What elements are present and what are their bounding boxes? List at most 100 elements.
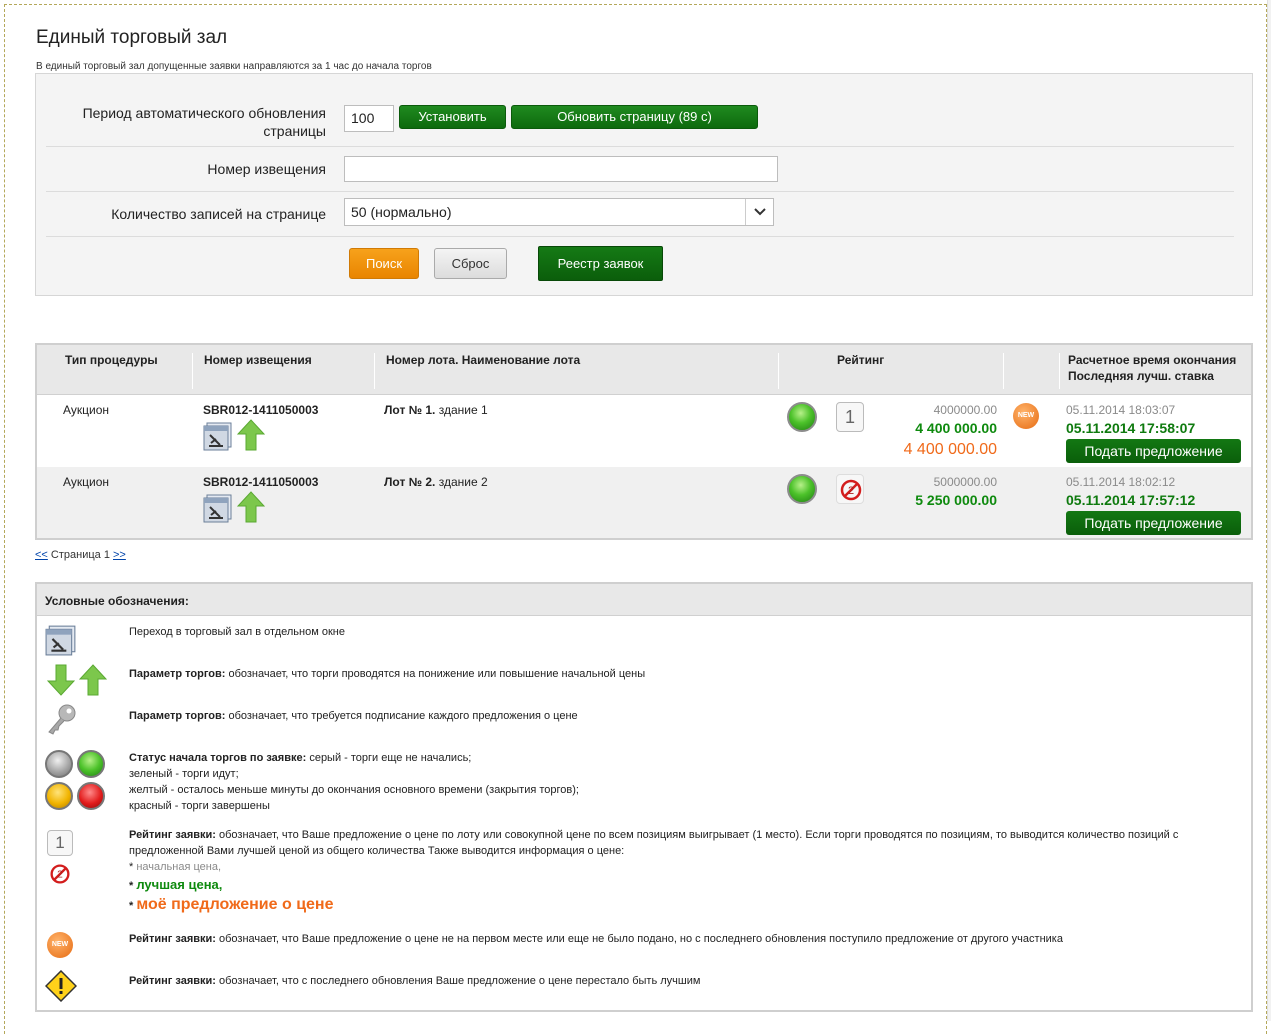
next-page-link[interactable]: >>: [113, 549, 126, 561]
legend-bold: Статус начала торгов по заявке:: [129, 752, 307, 764]
arrow-down-icon: [46, 664, 76, 701]
open-hall-icon[interactable]: [203, 493, 233, 528]
arrow-up-icon: [236, 419, 266, 456]
arrow-up-icon: [78, 664, 108, 701]
legend-bold: Рейтинг заявки:: [129, 975, 216, 987]
legend-header: Условные обозначения:: [37, 584, 1251, 616]
no-rank-icon: 2: [836, 474, 864, 504]
legend-item-hall: Переход в торговый зал в отдельном окне: [129, 626, 345, 638]
end-time: 05.11.2014 18:02:12: [1066, 475, 1176, 489]
row-type: Аукцион: [63, 403, 109, 417]
col-notice: Номер извещения: [204, 353, 312, 367]
legend-text: лучшая цена,: [136, 877, 223, 892]
svg-text:2: 2: [57, 870, 63, 881]
legend-text: серый - торги еще не начались;: [306, 752, 472, 764]
my-price: 4 400 000.00: [903, 441, 997, 458]
end-time: 05.11.2014 18:03:07: [1066, 403, 1176, 417]
start-price: 4000000.00: [933, 403, 997, 417]
status-green-icon: [787, 402, 817, 432]
legend-item-new: Рейтинг заявки: обозначает, что Ваше пре…: [129, 931, 1063, 947]
registry-button[interactable]: Реестр заявок: [538, 246, 663, 281]
arrow-up-icon: [236, 491, 266, 528]
svg-text:2: 2: [848, 485, 854, 497]
refresh-page-button[interactable]: Обновить страницу (89 с): [511, 105, 758, 129]
legend-start-price: * начальная цена,: [129, 861, 222, 873]
warning-icon: [44, 969, 78, 1007]
prev-page-link[interactable]: <<: [35, 549, 48, 561]
status-gray-icon: [45, 750, 73, 778]
reset-button[interactable]: Сброс: [434, 248, 507, 279]
scrollbar[interactable]: [1267, 0, 1271, 1021]
legend-bold: Рейтинг заявки:: [129, 933, 216, 945]
open-hall-icon[interactable]: [203, 421, 233, 456]
submit-offer-button[interactable]: Подать предложение: [1066, 511, 1241, 535]
divider: [46, 191, 1234, 192]
column-separator: [1059, 353, 1060, 389]
submit-offer-button[interactable]: Подать предложение: [1066, 439, 1241, 463]
chevron-down-icon[interactable]: [745, 199, 773, 225]
records-per-page-select[interactable]: 50 (нормально): [344, 198, 774, 226]
notice-label: Номер извещения: [207, 161, 326, 177]
row-lot: Лот № 1. здание 1: [384, 403, 488, 417]
legend-bold: Рейтинг заявки:: [129, 829, 216, 841]
no-rank-icon: 2: [47, 860, 73, 893]
legend-text: зеленый - торги идут;: [129, 768, 239, 780]
set-button[interactable]: Установить: [399, 105, 506, 129]
row-notice[interactable]: SBR012-1411050003: [203, 403, 318, 417]
legend-text: желтый - осталось меньше минуты до оконч…: [129, 784, 579, 796]
row-lot: Лот № 2. здание 2: [384, 475, 488, 489]
table-header: Тип процедуры Номер извещения Номер лота…: [37, 345, 1251, 395]
legend-text: обозначает, что Ваше предложение о цене …: [215, 933, 1063, 945]
records-label: Количество записей на странице: [111, 206, 326, 222]
refresh-period-input[interactable]: 100: [344, 105, 394, 132]
legend-text: обозначает, что с последнего обновления …: [215, 975, 701, 987]
refresh-period-label: Период автоматического обновления страни…: [83, 104, 326, 140]
legend-text: обозначает, что торги проводятся на пони…: [225, 668, 646, 680]
column-separator: [778, 353, 779, 389]
key-icon: [45, 702, 79, 741]
col-rating: Рейтинг: [837, 353, 885, 367]
lots-table: Тип процедуры Номер извещения Номер лота…: [35, 343, 1253, 540]
column-separator: [1003, 353, 1004, 389]
best-price: 4 400 000.00: [915, 420, 997, 436]
filter-panel: Период автоматического обновления страни…: [35, 73, 1253, 296]
best-price: 5 250 000.00: [915, 492, 997, 508]
last-bid-time: 05.11.2014 17:58:07: [1066, 420, 1196, 436]
col-lot: Номер лота. Наименование лота: [386, 353, 581, 367]
status-green-icon: [787, 474, 817, 504]
status-red-icon: [77, 782, 105, 810]
lot-number: Лот № 1.: [384, 403, 436, 417]
notice-number-input[interactable]: [344, 156, 778, 182]
page-subtitle: В единый торговый зал допущенные заявки …: [36, 61, 432, 72]
col-end-time: Расчетное время окончания Последняя лучш…: [1068, 352, 1236, 384]
legend-text: начальная цена,: [136, 861, 222, 873]
legend-text: обозначает, что требуется подписание каж…: [225, 710, 578, 722]
table-row: Аукцион SBR012-1411050003 Лот № 1. здани…: [37, 396, 1251, 466]
new-badge-icon: NEW: [1013, 403, 1039, 429]
legend-text: обозначает, что Ваше предложение о цене …: [129, 829, 1179, 857]
rank-badge: 1: [47, 830, 73, 856]
row-type: Аукцион: [63, 475, 109, 489]
search-button[interactable]: Поиск: [349, 248, 419, 279]
legend-item-status: Статус начала торгов по заявке: серый - …: [129, 750, 579, 814]
column-separator: [374, 353, 375, 389]
lot-name: здание 2: [435, 475, 488, 489]
legend-text: красный - торги завершены: [129, 800, 270, 812]
col-type: Тип процедуры: [65, 353, 158, 367]
lot-name: здание 1: [435, 403, 488, 417]
divider: [46, 146, 1234, 147]
table-row: Аукцион SBR012-1411050003 Лот № 2. здани…: [37, 467, 1251, 538]
refresh-label-line2: страницы: [263, 123, 326, 139]
start-price: 5000000.00: [933, 475, 997, 489]
legend-best-price: * лучшая цена,: [129, 877, 223, 892]
column-separator: [192, 353, 193, 389]
status-yellow-icon: [45, 782, 73, 810]
refresh-label-line1: Период автоматического обновления: [82, 105, 326, 121]
records-selected-value: 50 (нормально): [351, 204, 452, 220]
legend-bold: Параметр торгов:: [129, 668, 226, 680]
page-title: Единый торговый зал: [36, 27, 228, 48]
new-badge-icon: NEW: [47, 932, 73, 958]
row-notice[interactable]: SBR012-1411050003: [203, 475, 318, 489]
lot-number: Лот № 2.: [384, 475, 436, 489]
legend-panel: Условные обозначения: Переход в торговый…: [35, 582, 1253, 1012]
